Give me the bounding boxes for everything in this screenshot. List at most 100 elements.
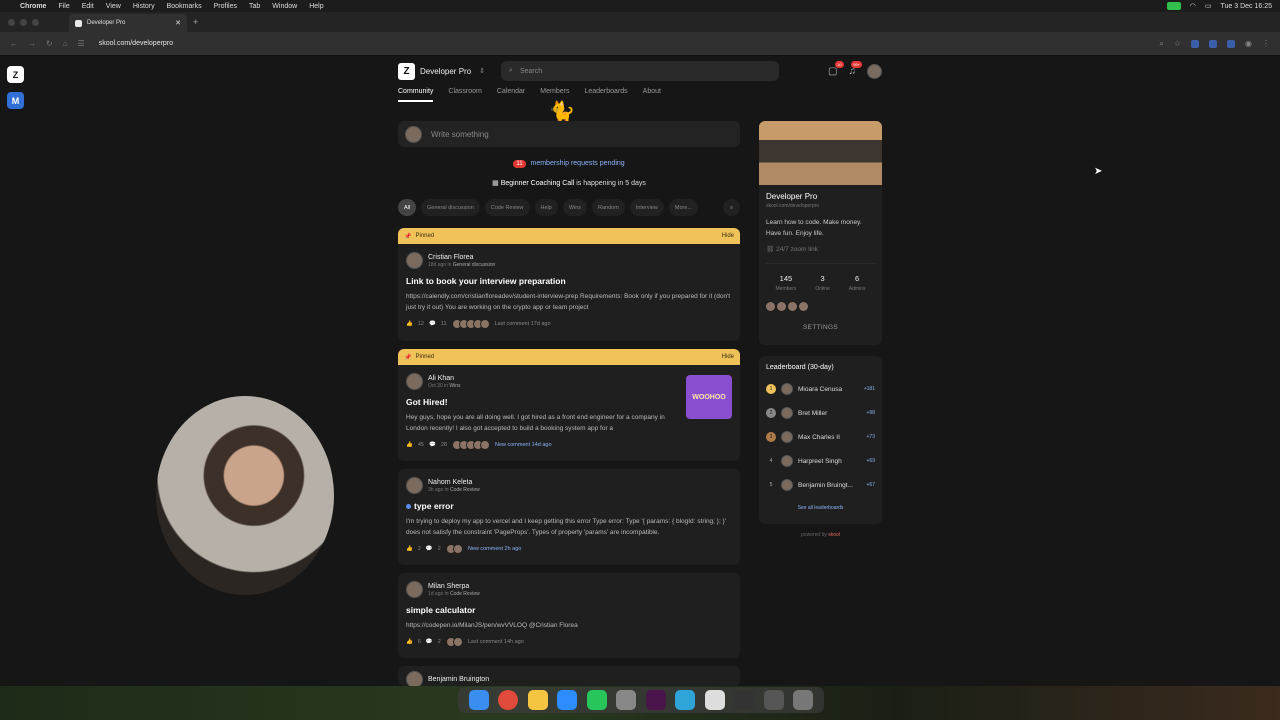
filter-help[interactable]: Help: [534, 199, 558, 216]
filter-all[interactable]: All: [398, 199, 416, 216]
like-icon[interactable]: 👍: [406, 546, 413, 552]
extension-icon[interactable]: [1191, 39, 1200, 48]
avatar[interactable]: [406, 671, 423, 686]
group-logo-icon[interactable]: Z: [7, 66, 24, 83]
notes-icon[interactable]: [527, 690, 548, 710]
camera-indicator-icon[interactable]: [1166, 2, 1181, 10]
stat-online[interactable]: 3 Online: [815, 274, 829, 292]
post-title[interactable]: simple calculator: [406, 605, 732, 615]
like-icon[interactable]: 👍: [406, 321, 413, 327]
forward-icon[interactable]: →: [28, 39, 36, 48]
membership-requests[interactable]: 11 membership requests pending: [398, 160, 740, 168]
wifi-icon[interactable]: ◠: [1190, 2, 1196, 10]
menu-window[interactable]: Window: [272, 3, 297, 10]
author-name[interactable]: Ali Khan: [428, 375, 461, 382]
site-info-icon[interactable]: ☰: [78, 39, 85, 48]
filter-random[interactable]: Random: [592, 199, 625, 216]
avatar[interactable]: [406, 373, 423, 390]
post-card[interactable]: Benjamin Bruington: [398, 666, 740, 686]
group-logo-icon[interactable]: Z: [398, 62, 415, 80]
comment-icon[interactable]: 💬: [429, 321, 436, 327]
back-icon[interactable]: ←: [10, 39, 18, 48]
menu-app-name[interactable]: Chrome: [20, 3, 46, 10]
chat-icon[interactable]: ▢ 10: [828, 60, 844, 77]
post-card[interactable]: 📌 Pinned Hide Cristian Florea 18d ago in…: [398, 228, 740, 341]
filter-general[interactable]: General discussion: [421, 199, 480, 216]
leaderboard-row[interactable]: 5 Benjamin Bruingt... +67: [766, 479, 875, 491]
settings-button[interactable]: SETTINGS: [766, 324, 875, 331]
like-icon[interactable]: 👍: [406, 442, 413, 448]
stat-members[interactable]: 145 Members: [776, 274, 797, 292]
zoom-app-icon[interactable]: [557, 690, 578, 710]
menu-bookmarks[interactable]: Bookmarks: [167, 3, 202, 10]
avatar[interactable]: [406, 581, 423, 598]
menu-kebab-icon[interactable]: ⋮: [1262, 39, 1270, 48]
zoom-icon[interactable]: ⌕: [1159, 39, 1163, 49]
zoom-link[interactable]: ⛓ 24/7 zoom link: [766, 245, 875, 253]
author-name[interactable]: Benjamin Bruington: [428, 676, 489, 683]
settings-app-icon[interactable]: [616, 690, 637, 710]
bookmark-star-icon[interactable]: ☆: [1174, 39, 1181, 48]
reload-icon[interactable]: ↻: [46, 39, 53, 48]
close-window-button[interactable]: [8, 18, 15, 26]
write-post-box[interactable]: Write something: [398, 121, 740, 147]
hide-button[interactable]: Hide: [722, 354, 734, 360]
home-icon[interactable]: ⌂: [63, 39, 68, 48]
author-name[interactable]: Nahom Keleta: [428, 479, 480, 486]
chevron-updown-icon[interactable]: ⇕: [479, 67, 485, 75]
menu-help[interactable]: Help: [309, 3, 323, 10]
stat-admins[interactable]: 6 Admins: [849, 274, 866, 292]
author-name[interactable]: Cristian Florea: [428, 254, 495, 261]
menu-edit[interactable]: Edit: [82, 3, 94, 10]
post-title[interactable]: Link to book your interview preparation: [406, 276, 732, 286]
clock[interactable]: Tue 3 Dec 16:25: [1221, 3, 1273, 10]
document-icon[interactable]: [704, 690, 725, 710]
slack-icon[interactable]: [645, 690, 666, 710]
tab-about[interactable]: About: [643, 88, 661, 102]
screenshot-app-icon[interactable]: [763, 690, 784, 710]
vscode-icon[interactable]: [675, 690, 696, 710]
url-field[interactable]: skool.com/developerpro: [99, 40, 173, 47]
post-category[interactable]: General discussion: [453, 262, 496, 268]
group-name[interactable]: Developer Pro: [420, 67, 471, 76]
post-title[interactable]: type error: [406, 501, 732, 511]
menu-file[interactable]: File: [58, 3, 69, 10]
tab-classroom[interactable]: Classroom: [448, 88, 481, 102]
post-category[interactable]: Wins: [449, 383, 460, 389]
menu-history[interactable]: History: [133, 3, 155, 10]
powered-by[interactable]: powered by skool: [759, 532, 882, 538]
leaderboard-row[interactable]: 3 Max Charles II +73: [766, 431, 875, 443]
finder-icon[interactable]: [468, 690, 489, 710]
minimize-window-button[interactable]: [20, 18, 27, 26]
avatar[interactable]: [406, 252, 423, 269]
bell-icon[interactable]: ♫ 99+: [849, 60, 862, 77]
new-tab-button[interactable]: +: [193, 17, 198, 27]
see-all-leaderboards-link[interactable]: See all leaderboards: [766, 505, 875, 511]
author-name[interactable]: Milan Sherpa: [428, 583, 480, 590]
profile-icon[interactable]: ◉: [1245, 39, 1252, 48]
menu-profiles[interactable]: Profiles: [214, 3, 237, 10]
terminal-icon[interactable]: [734, 690, 755, 710]
sort-icon[interactable]: ≡: [723, 199, 740, 216]
comment-icon[interactable]: 💬: [426, 546, 433, 552]
maximize-window-button[interactable]: [32, 18, 39, 26]
leaderboard-row[interactable]: 4 Harpreet Singh +69: [766, 455, 875, 467]
battery-icon[interactable]: ▭: [1205, 2, 1212, 10]
chrome-icon[interactable]: [498, 690, 519, 710]
user-avatar[interactable]: [867, 63, 882, 79]
menu-tab[interactable]: Tab: [249, 3, 260, 10]
avatar[interactable]: [406, 477, 423, 494]
extension-icon[interactable]: [1209, 39, 1218, 48]
menu-view[interactable]: View: [106, 3, 121, 10]
post-category[interactable]: Code Review: [450, 591, 480, 597]
tab-community[interactable]: Community: [398, 88, 434, 102]
post-card[interactable]: Nahom Keleta 3h ago in Code Review type …: [398, 469, 740, 565]
post-card[interactable]: Milan Sherpa 1d ago in Code Review simpl…: [398, 573, 740, 658]
browser-tab[interactable]: Developer Pro ✕: [69, 14, 187, 32]
post-thumbnail[interactable]: WOOHOO: [686, 375, 732, 419]
comment-icon[interactable]: 💬: [426, 639, 433, 645]
tab-calendar[interactable]: Calendar: [497, 88, 525, 102]
filter-wins[interactable]: Wins: [562, 199, 588, 216]
trash-icon[interactable]: [793, 690, 814, 710]
other-group-icon[interactable]: M: [7, 92, 24, 109]
